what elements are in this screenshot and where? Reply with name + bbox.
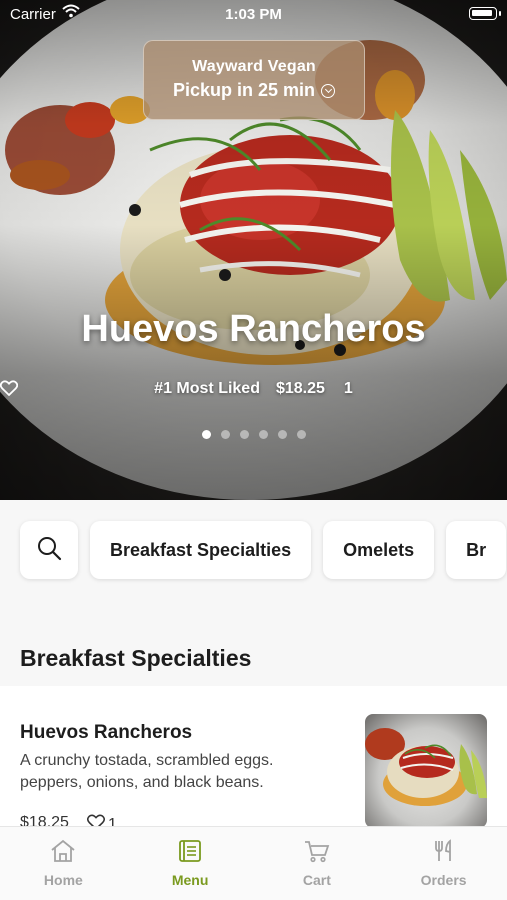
category-pill-omelets[interactable]: Omelets	[323, 521, 435, 579]
pickup-selector[interactable]: Wayward Vegan Pickup in 25 min	[143, 40, 365, 120]
page-dot[interactable]	[296, 430, 306, 439]
tab-label: Cart	[302, 872, 331, 888]
pickup-time: Pickup in 25 min	[172, 80, 316, 100]
menu-item-card[interactable]: Huevos Rancheros A crunchy tostada, scra…	[0, 686, 507, 836]
carousel-pagination[interactable]	[0, 430, 507, 439]
tab-cart[interactable]: Cart	[254, 827, 381, 900]
home-icon	[50, 839, 76, 866]
section-title: Breakfast Specialties	[20, 645, 252, 671]
category-row: Breakfast Specialties Omelets Br	[20, 521, 507, 579]
page-dot[interactable]	[277, 430, 287, 439]
page-dot[interactable]	[258, 430, 268, 439]
hero-banner[interactable]: Carrier 1:03 PM Wayward Vegan Pickup in …	[0, 0, 507, 500]
tab-label: Menu	[171, 872, 209, 888]
hero-likes: 1	[0, 380, 353, 398]
tab-label: Orders	[420, 872, 467, 888]
hero-title: Huevos Rancheros	[81, 308, 426, 350]
tab-home[interactable]: Home	[0, 827, 127, 900]
page-dot[interactable]	[201, 430, 211, 439]
cart-icon	[304, 839, 330, 866]
page-dot[interactable]	[220, 430, 230, 439]
tab-label: Home	[43, 872, 83, 888]
menu-book-icon	[178, 839, 202, 866]
hero-rank: #1 Most Liked	[154, 380, 260, 397]
status-time: 1:03 PM	[225, 6, 282, 23]
hero-meta: #1 Most Liked $18.25 1	[0, 380, 507, 398]
item-thumbnail	[365, 714, 487, 828]
hero-price: $18.25	[275, 380, 325, 397]
tab-bar: Home Menu Cart Orders	[0, 826, 507, 900]
chevron-down-circle-icon	[321, 83, 336, 98]
tab-orders[interactable]: Orders	[380, 827, 507, 900]
tab-menu[interactable]: Menu	[127, 827, 254, 900]
store-name: Wayward Vegan	[192, 58, 316, 75]
search-icon	[36, 535, 62, 566]
status-bar: Carrier 1:03 PM	[0, 0, 507, 30]
item-name: Huevos Rancheros	[20, 722, 193, 743]
fork-knife-icon	[432, 839, 456, 866]
battery-icon	[469, 7, 501, 20]
category-pill-breakfast-specialties[interactable]: Breakfast Specialties	[90, 521, 312, 579]
category-bar: Breakfast Specialties Omelets Br	[0, 500, 507, 610]
category-pill-partial[interactable]: Br	[446, 521, 507, 579]
pickup-time-row: Pickup in 25 min	[144, 80, 364, 101]
hero-likes-count: 1	[343, 380, 353, 397]
page-dot[interactable]	[239, 430, 249, 439]
item-description: A crunchy tostada, scrambled eggs. peppe…	[20, 752, 274, 791]
app-screen: Carrier 1:03 PM Wayward Vegan Pickup in …	[0, 0, 507, 900]
search-button[interactable]	[20, 521, 78, 579]
